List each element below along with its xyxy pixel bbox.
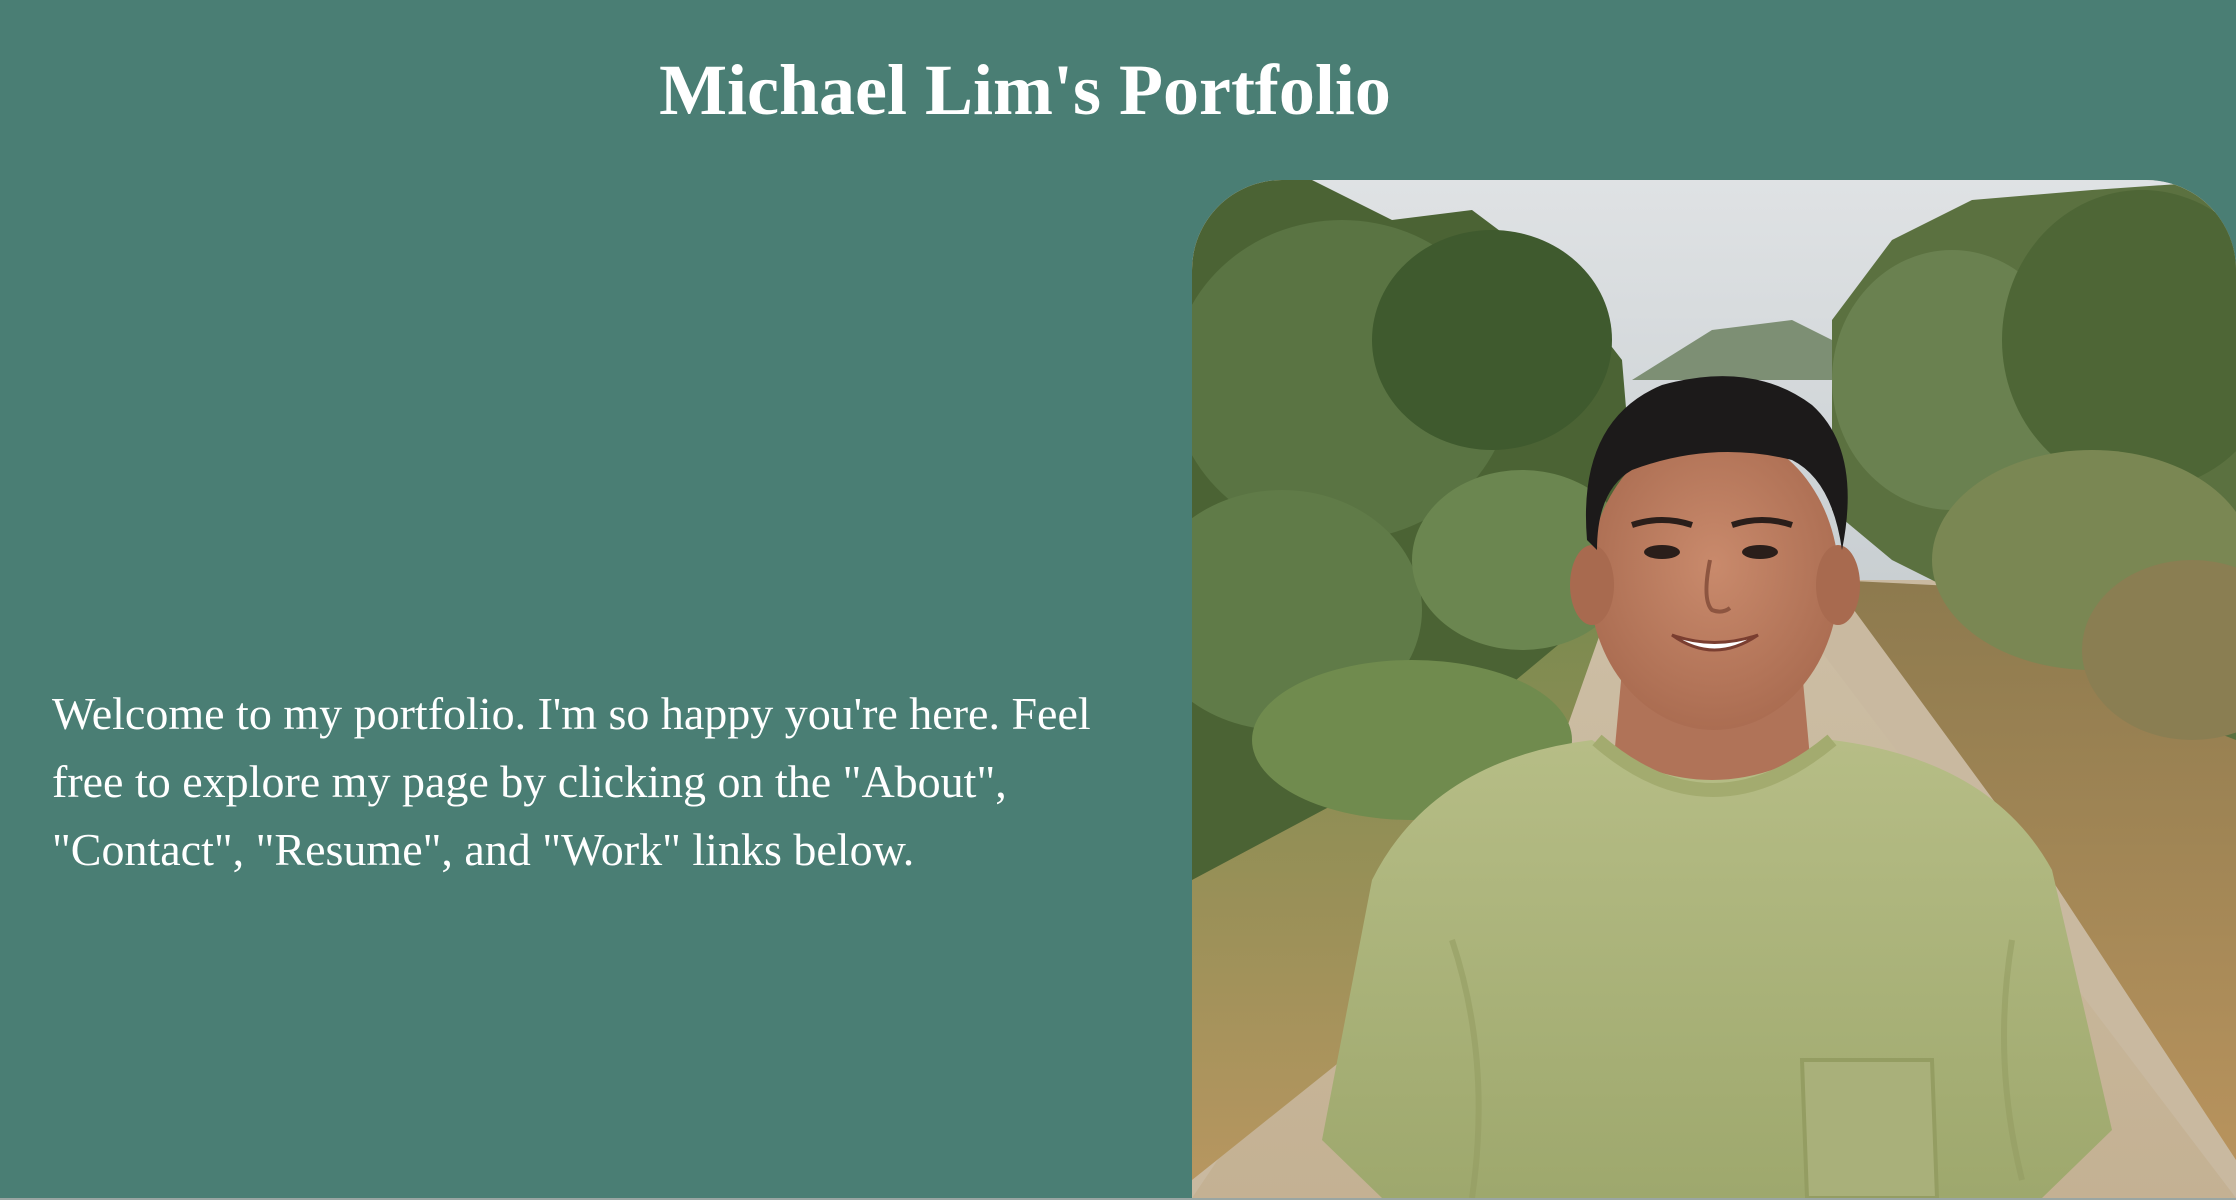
portfolio-page: Michael Lim's Portfolio Welcome to my po… <box>0 0 2236 1200</box>
page-title: Michael Lim's Portfolio <box>659 50 1391 130</box>
portrait-photo <box>1192 180 2236 1198</box>
intro-text: Welcome to my portfolio. I'm so happy yo… <box>52 688 1091 875</box>
